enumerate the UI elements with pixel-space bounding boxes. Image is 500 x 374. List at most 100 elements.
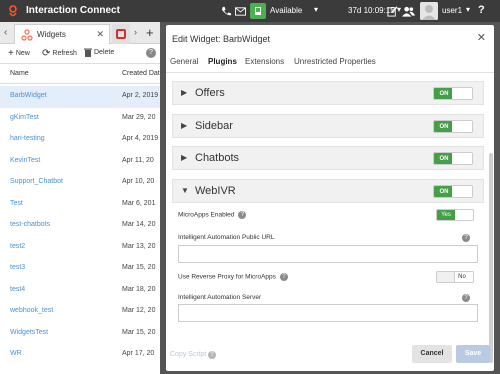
tab-unrestricted-properties[interactable]: Unrestricted Properties bbox=[294, 57, 376, 66]
status-dropdown-icon[interactable]: ▾ bbox=[314, 5, 318, 14]
sidebar-toggle[interactable]: ON bbox=[433, 120, 473, 133]
section-sidebar[interactable]: ▶ Sidebar ON bbox=[172, 114, 484, 138]
refresh-button-label: Refresh bbox=[52, 50, 77, 57]
reverse-proxy-label: Use Reverse Proxy for MicroApps? bbox=[178, 273, 288, 281]
tab-other[interactable] bbox=[112, 24, 130, 44]
list-item[interactable]: WidgetsTest Mar 15, 20 bbox=[0, 323, 160, 345]
offers-toggle[interactable]: ON bbox=[433, 87, 473, 100]
status-text[interactable]: Available bbox=[270, 6, 302, 15]
list-item[interactable]: test4 Mar 18, 20 bbox=[0, 280, 160, 302]
help-icon[interactable]: ? bbox=[279, 273, 288, 281]
chevron-left-icon[interactable]: ‹ bbox=[4, 27, 7, 38]
close-icon[interactable]: ✕ bbox=[477, 31, 486, 44]
help-icon[interactable]: ? bbox=[146, 48, 156, 58]
widget-name[interactable]: test4 bbox=[10, 286, 25, 293]
widget-name[interactable]: WR bbox=[10, 350, 22, 357]
help-icon[interactable]: ? bbox=[208, 351, 216, 359]
list-item[interactable]: BarbWidget Apr 2, 2019 bbox=[0, 86, 160, 108]
help-icon[interactable]: ? bbox=[462, 234, 470, 242]
tab-extensions[interactable]: Extensions bbox=[245, 57, 284, 66]
list-item[interactable]: Test Mar 6, 201 bbox=[0, 194, 160, 216]
widget-name[interactable]: gKimTest bbox=[10, 114, 39, 121]
section-webivr[interactable]: ▼ WebIVR ON bbox=[172, 179, 484, 203]
widget-name[interactable]: hari-testing bbox=[10, 135, 45, 142]
user-dropdown-icon[interactable]: ▾ bbox=[466, 5, 470, 14]
reverse-proxy-toggle[interactable]: No bbox=[436, 271, 474, 283]
chevron-right-icon[interactable]: › bbox=[134, 27, 137, 37]
list-header: Name Created Dat bbox=[0, 64, 160, 84]
list-item[interactable]: test2 Mar 13, 20 bbox=[0, 237, 160, 259]
dialog-title: Edit Widget: BarbWidget bbox=[172, 34, 271, 44]
help-icon[interactable]: ? bbox=[462, 294, 470, 302]
widget-name[interactable]: Test bbox=[10, 200, 23, 207]
new-button[interactable]: + New bbox=[8, 48, 30, 59]
list-item[interactable]: test-chatbots Mar 14, 20 bbox=[0, 215, 160, 237]
microapps-enabled-label: MicroApps Enabled? bbox=[178, 211, 247, 219]
public-url-input[interactable] bbox=[178, 245, 478, 263]
list-item[interactable]: webhook_test Mar 12, 20 bbox=[0, 301, 160, 323]
chevron-right-icon[interactable]: ▶ bbox=[181, 153, 187, 162]
cancel-button[interactable]: Cancel bbox=[412, 345, 452, 363]
edit-icon[interactable] bbox=[384, 3, 400, 19]
column-created-date[interactable]: Created Dat bbox=[122, 70, 160, 77]
delete-button[interactable]: Delete bbox=[84, 48, 114, 57]
widget-icon bbox=[21, 29, 33, 41]
section-offers[interactable]: ▶ Offers ON bbox=[172, 81, 484, 105]
list-item[interactable]: WR Apr 17, 20 bbox=[0, 344, 160, 366]
tab-plugins[interactable]: Plugins bbox=[208, 57, 237, 66]
created-date: Mar 14, 20 bbox=[122, 221, 156, 228]
widget-name[interactable]: test-chatbots bbox=[10, 221, 50, 228]
list-item[interactable]: gKimTest Mar 29, 20 bbox=[0, 108, 160, 130]
scrollbar[interactable] bbox=[489, 153, 493, 363]
add-tab-icon[interactable]: + bbox=[146, 25, 154, 40]
created-date: Apr 10, 20 bbox=[122, 178, 155, 185]
widget-name[interactable]: WidgetsTest bbox=[10, 329, 48, 336]
new-button-label: New bbox=[15, 50, 30, 57]
list-item[interactable]: test3 Mar 15, 20 bbox=[0, 258, 160, 280]
created-date: Mar 13, 20 bbox=[122, 242, 156, 250]
widget-name[interactable]: webhook_test bbox=[10, 307, 53, 314]
plus-icon: + bbox=[8, 48, 14, 59]
chevron-down-icon[interactable]: ▼ bbox=[181, 186, 189, 195]
list-item[interactable]: Support_Chatbot Apr 10, 20 bbox=[0, 172, 160, 194]
users-icon[interactable] bbox=[400, 3, 416, 19]
copy-script-link[interactable]: Copy Script bbox=[170, 351, 206, 358]
tab-widgets[interactable]: Widgets ✕ bbox=[14, 24, 110, 44]
user-name[interactable]: user1 bbox=[442, 6, 462, 15]
help-icon[interactable]: ? bbox=[238, 211, 247, 219]
microapps-enabled-toggle[interactable]: Yes bbox=[436, 209, 474, 221]
widget-name[interactable]: test2 bbox=[10, 243, 25, 250]
avatar[interactable] bbox=[420, 2, 438, 20]
section-chatbots[interactable]: ▶ Chatbots ON bbox=[172, 146, 484, 170]
created-date: Mar 12, 20 bbox=[122, 307, 156, 314]
section-title: Chatbots bbox=[195, 152, 240, 164]
mail-icon[interactable] bbox=[232, 3, 248, 19]
refresh-button[interactable]: ⟳ Refresh bbox=[42, 48, 77, 59]
widget-name[interactable]: Support_Chatbot bbox=[10, 178, 63, 185]
chatbots-toggle[interactable]: ON bbox=[433, 152, 473, 165]
status-icon[interactable] bbox=[250, 3, 266, 19]
automation-server-label: Intelligent Automation Server bbox=[178, 294, 262, 301]
created-date: Apr 17, 20 bbox=[122, 350, 155, 357]
tab-widgets-label: Widgets bbox=[37, 30, 66, 39]
widget-name[interactable]: KevinTest bbox=[10, 157, 40, 164]
created-date: Mar 18, 20 bbox=[122, 285, 156, 293]
refresh-icon: ⟳ bbox=[42, 48, 51, 59]
list-item[interactable]: hari-testing Apr 4, 2019 bbox=[0, 129, 160, 151]
section-title: Offers bbox=[195, 87, 225, 99]
list-item[interactable]: KevinTest Apr 11, 20 bbox=[0, 151, 160, 173]
automation-server-input[interactable] bbox=[178, 304, 478, 322]
genesys-logo-icon bbox=[9, 5, 17, 17]
save-button[interactable]: Save bbox=[456, 345, 490, 363]
public-url-label: Intelligent Automation Public URL bbox=[178, 234, 275, 241]
widget-name[interactable]: test3 bbox=[10, 264, 25, 271]
widget-name[interactable]: BarbWidget bbox=[10, 92, 47, 99]
chevron-right-icon[interactable]: ▶ bbox=[181, 88, 187, 97]
chevron-right-icon[interactable]: ▶ bbox=[181, 121, 187, 130]
top-bar: Interaction Connect Available ▾ 37d 10:0… bbox=[0, 0, 500, 22]
column-name[interactable]: Name bbox=[10, 70, 29, 77]
help-icon[interactable]: ? bbox=[478, 4, 485, 16]
close-tab-icon[interactable]: ✕ bbox=[96, 29, 104, 40]
webivr-toggle[interactable]: ON bbox=[433, 185, 473, 198]
tab-general[interactable]: General bbox=[170, 57, 198, 66]
